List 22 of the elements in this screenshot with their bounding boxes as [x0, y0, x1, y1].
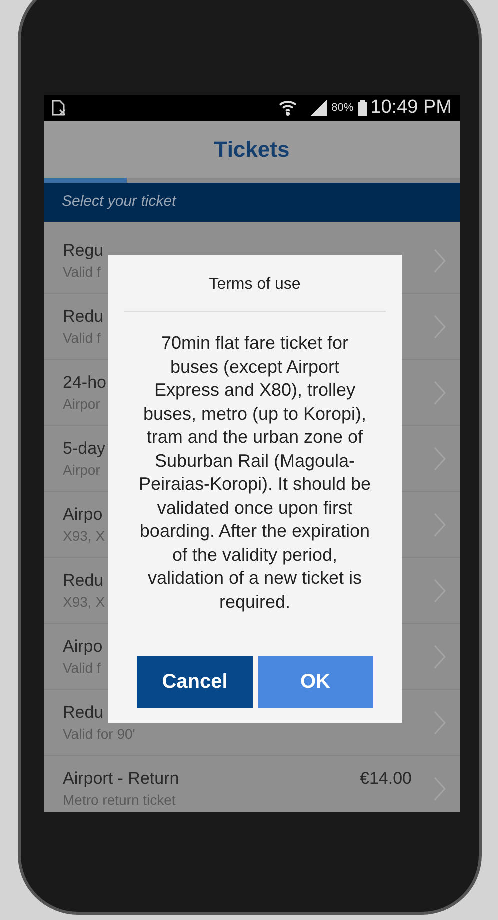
- ticket-name: Airport - Return: [63, 768, 180, 790]
- wifi-icon: [278, 99, 298, 117]
- ticket-name: 5-day: [63, 438, 106, 460]
- page-title: Tickets: [214, 136, 290, 164]
- dialog-message: 70min flat fare ticket for buses (except Airport Express and X80), trolley buses, metro (up to Koropi), tram and the urban zone of Suburban Rail (Magoula-Peiraias-Koropi). It should be validated once upon first boarding. After the expiration of the validity period, validation of a new ticket is required.: [138, 332, 372, 614]
- signal-icon: [310, 100, 328, 116]
- ticket-price: €14.00: [360, 768, 412, 790]
- ok-button[interactable]: OK: [258, 656, 373, 708]
- ticket-name: Redu: [63, 570, 104, 592]
- ticket-name: 24-ho: [63, 372, 106, 394]
- dialog-title: Terms of use: [209, 276, 301, 293]
- ticket-name: Airpo: [63, 636, 103, 658]
- clock: 10:49 PM: [370, 96, 452, 120]
- section-label: Select your ticket: [62, 192, 176, 212]
- cancel-button[interactable]: Cancel: [137, 656, 253, 708]
- ticket-name: Redu: [63, 702, 104, 724]
- ticket-name: Airpo: [63, 504, 103, 526]
- battery-percent: 80%: [332, 100, 354, 116]
- sim-icon: [52, 100, 66, 116]
- battery-icon: [358, 100, 367, 116]
- ticket-name: Redu: [63, 306, 104, 328]
- ticket-name: Regu: [63, 240, 104, 262]
